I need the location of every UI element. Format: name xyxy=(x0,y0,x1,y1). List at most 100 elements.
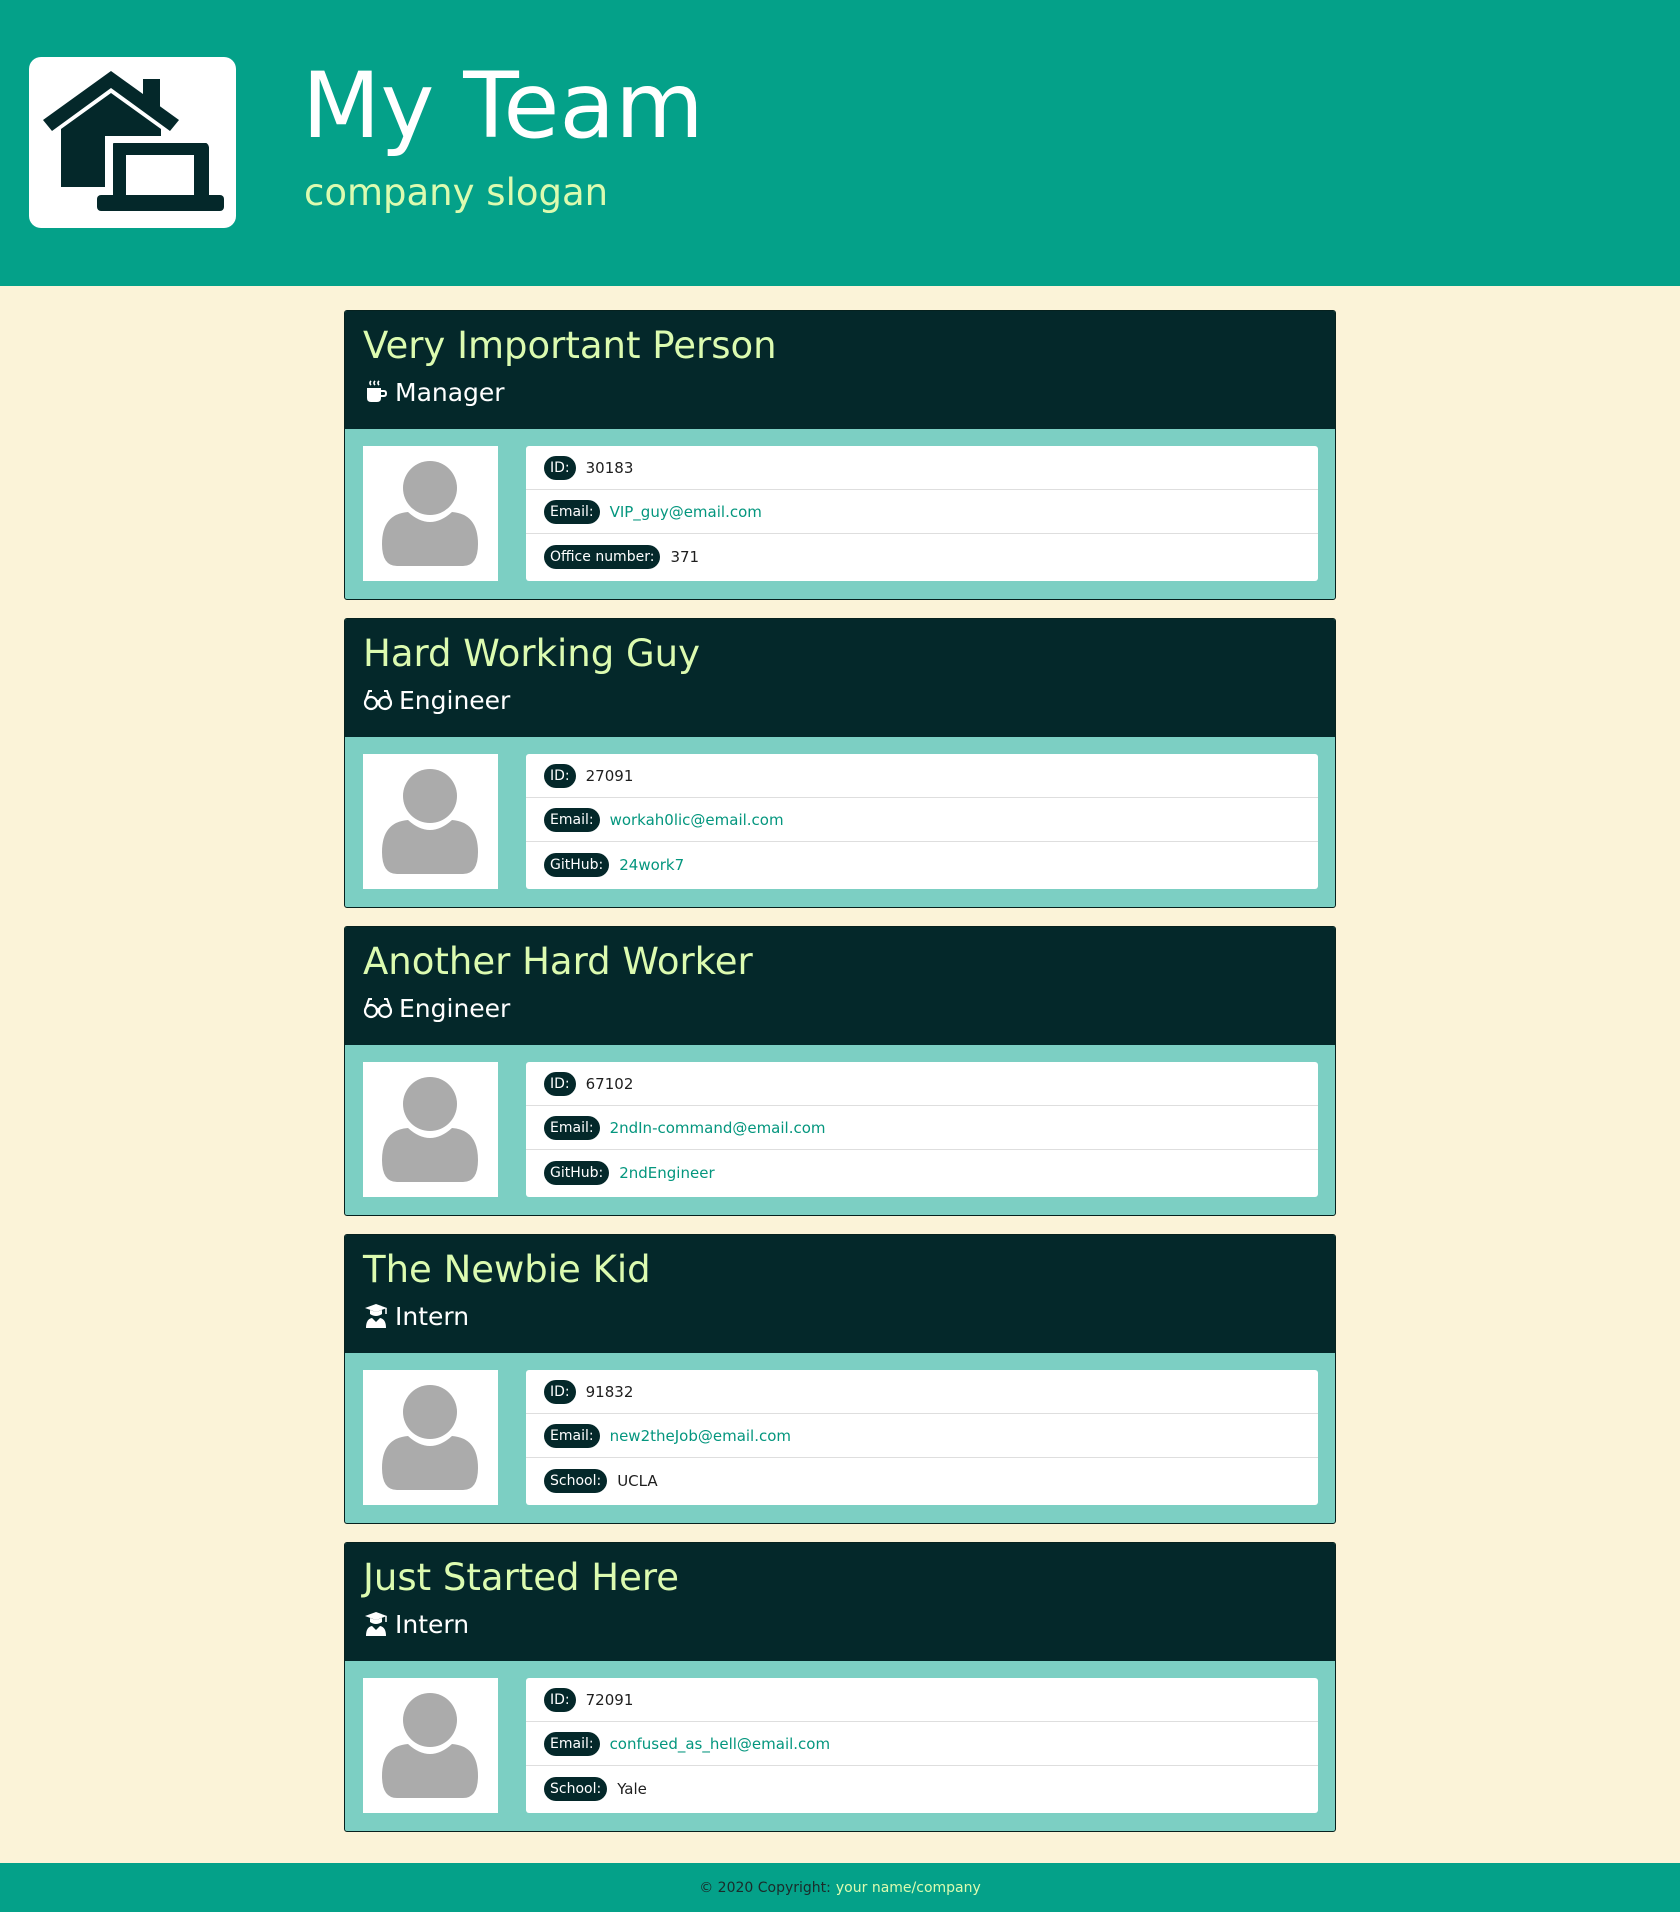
email-row: Email: new2theJob@email.com xyxy=(526,1414,1318,1458)
house-laptop-icon xyxy=(43,71,224,211)
card-header: The Newbie Kid Intern xyxy=(345,1235,1335,1353)
extra-value: UCLA xyxy=(617,1471,658,1490)
extra-label: GitHub: xyxy=(544,852,610,877)
site-title: My Team xyxy=(302,54,704,159)
card-header: Very Important Person Manager xyxy=(345,311,1335,429)
extra-row: School: Yale xyxy=(526,1766,1318,1811)
user-icon xyxy=(363,754,498,889)
email-label: Email: xyxy=(544,499,600,524)
github-link[interactable]: 24work7 xyxy=(619,856,684,874)
id-value: 91832 xyxy=(585,1382,634,1401)
email-link[interactable]: 2ndIn-command@email.com xyxy=(610,1119,826,1137)
user-icon xyxy=(363,1370,498,1505)
footer-brand-link[interactable]: your name/company xyxy=(836,1880,981,1896)
details-list: ID: 91832 Email: new2theJob@email.com School… xyxy=(526,1370,1318,1505)
details-list: ID: 30183 Email: VIP_guy@email.com Office nu… xyxy=(526,446,1318,581)
extra-value: 371 xyxy=(670,547,700,566)
email-link[interactable]: workah0lic@email.com xyxy=(610,811,784,829)
logo xyxy=(29,57,236,228)
email-row: Email: workah0lic@email.com xyxy=(526,798,1318,842)
avatar xyxy=(363,754,498,889)
id-label: ID: xyxy=(544,1071,576,1096)
email-label: Email: xyxy=(544,807,600,832)
team-list: Very Important Person Manager ID: 30183 Emai… xyxy=(344,310,1336,1850)
card-body: ID: 30183 Email: VIP_guy@email.com Office nu… xyxy=(345,429,1335,599)
id-label: ID: xyxy=(544,1687,576,1712)
email-label: Email: xyxy=(544,1115,600,1140)
extra-row: GitHub: 24work7 xyxy=(526,842,1318,887)
employee-card: The Newbie Kid Intern ID: 91832 Email: new2th… xyxy=(344,1234,1336,1524)
email-row: Email: 2ndIn-command@email.com xyxy=(526,1106,1318,1150)
email-label: Email: xyxy=(544,1731,600,1756)
employee-role: Engineer xyxy=(363,991,510,1025)
id-value: 72091 xyxy=(585,1690,634,1709)
id-value: 30183 xyxy=(585,458,634,477)
graduate-icon xyxy=(363,1303,389,1329)
employee-card: Very Important Person Manager ID: 30183 Emai… xyxy=(344,310,1336,600)
details-list: ID: 72091 Email: confused_as_hell@email.com… xyxy=(526,1678,1318,1813)
employee-card: Hard Working Guy Engineer ID: 27091 Email: wo… xyxy=(344,618,1336,908)
site-footer: © 2020 Copyright: your name/company xyxy=(0,1863,1680,1912)
avatar xyxy=(363,1062,498,1197)
employee-name: Very Important Person xyxy=(363,324,777,367)
site-slogan: company slogan xyxy=(304,171,609,214)
details-list: ID: 27091 Email: workah0lic@email.com GitHub… xyxy=(526,754,1318,889)
id-label: ID: xyxy=(544,455,576,480)
extra-row: School: UCLA xyxy=(526,1458,1318,1503)
graduate-icon xyxy=(363,1611,389,1637)
extra-label: Office number: xyxy=(544,544,661,569)
employee-name: Another Hard Worker xyxy=(363,940,753,983)
card-body: ID: 27091 Email: workah0lic@email.com GitHub… xyxy=(345,737,1335,907)
copyright-text: © 2020 Copyright: xyxy=(699,1879,831,1896)
role-label: Engineer xyxy=(399,993,511,1023)
card-header: Hard Working Guy Engineer xyxy=(345,619,1335,737)
avatar xyxy=(363,1370,498,1505)
user-icon xyxy=(363,446,498,581)
email-link[interactable]: new2theJob@email.com xyxy=(610,1427,791,1445)
employee-name: Just Started Here xyxy=(363,1556,680,1599)
user-icon xyxy=(363,1062,498,1197)
email-link[interactable]: confused_as_hell@email.com xyxy=(610,1735,831,1753)
email-label: Email: xyxy=(544,1423,600,1448)
employee-name: Hard Working Guy xyxy=(363,632,700,675)
mug-icon xyxy=(363,379,389,405)
role-label: Engineer xyxy=(399,685,511,715)
email-link[interactable]: VIP_guy@email.com xyxy=(610,503,762,521)
details-list: ID: 67102 Email: 2ndIn-command@email.com Git… xyxy=(526,1062,1318,1197)
employee-name: The Newbie Kid xyxy=(363,1248,651,1291)
id-label: ID: xyxy=(544,763,576,788)
employee-role: Manager xyxy=(363,375,505,409)
extra-row: GitHub: 2ndEngineer xyxy=(526,1150,1318,1195)
extra-row: Office number: 371 xyxy=(526,534,1318,579)
card-body: ID: 72091 Email: confused_as_hell@email.com… xyxy=(345,1661,1335,1831)
avatar xyxy=(363,446,498,581)
extra-label: GitHub: xyxy=(544,1160,610,1185)
id-row: ID: 67102 xyxy=(526,1062,1318,1106)
card-header: Just Started Here Intern xyxy=(345,1543,1335,1661)
employee-card: Just Started Here Intern ID: 72091 Email: con… xyxy=(344,1542,1336,1832)
extra-label: School: xyxy=(544,1468,608,1493)
id-row: ID: 30183 xyxy=(526,446,1318,490)
card-body: ID: 67102 Email: 2ndIn-command@email.com Git… xyxy=(345,1045,1335,1215)
employee-card: Another Hard Worker Engineer ID: 67102 Email… xyxy=(344,926,1336,1216)
id-value: 27091 xyxy=(585,766,634,785)
extra-label: School: xyxy=(544,1776,608,1801)
id-row: ID: 27091 xyxy=(526,754,1318,798)
email-row: Email: VIP_guy@email.com xyxy=(526,490,1318,534)
role-label: Manager xyxy=(395,377,505,407)
avatar xyxy=(363,1678,498,1813)
site-header: My Team company slogan xyxy=(0,0,1680,286)
email-row: Email: confused_as_hell@email.com xyxy=(526,1722,1318,1766)
user-icon xyxy=(363,1678,498,1813)
id-value: 67102 xyxy=(585,1074,634,1093)
extra-value: Yale xyxy=(617,1779,647,1798)
id-row: ID: 91832 xyxy=(526,1370,1318,1414)
id-label: ID: xyxy=(544,1379,576,1404)
glasses-icon xyxy=(363,995,393,1021)
employee-role: Engineer xyxy=(363,683,510,717)
card-header: Another Hard Worker Engineer xyxy=(345,927,1335,1045)
card-body: ID: 91832 Email: new2theJob@email.com School… xyxy=(345,1353,1335,1523)
glasses-icon xyxy=(363,687,393,713)
role-label: Intern xyxy=(395,1301,470,1331)
github-link[interactable]: 2ndEngineer xyxy=(619,1164,714,1182)
